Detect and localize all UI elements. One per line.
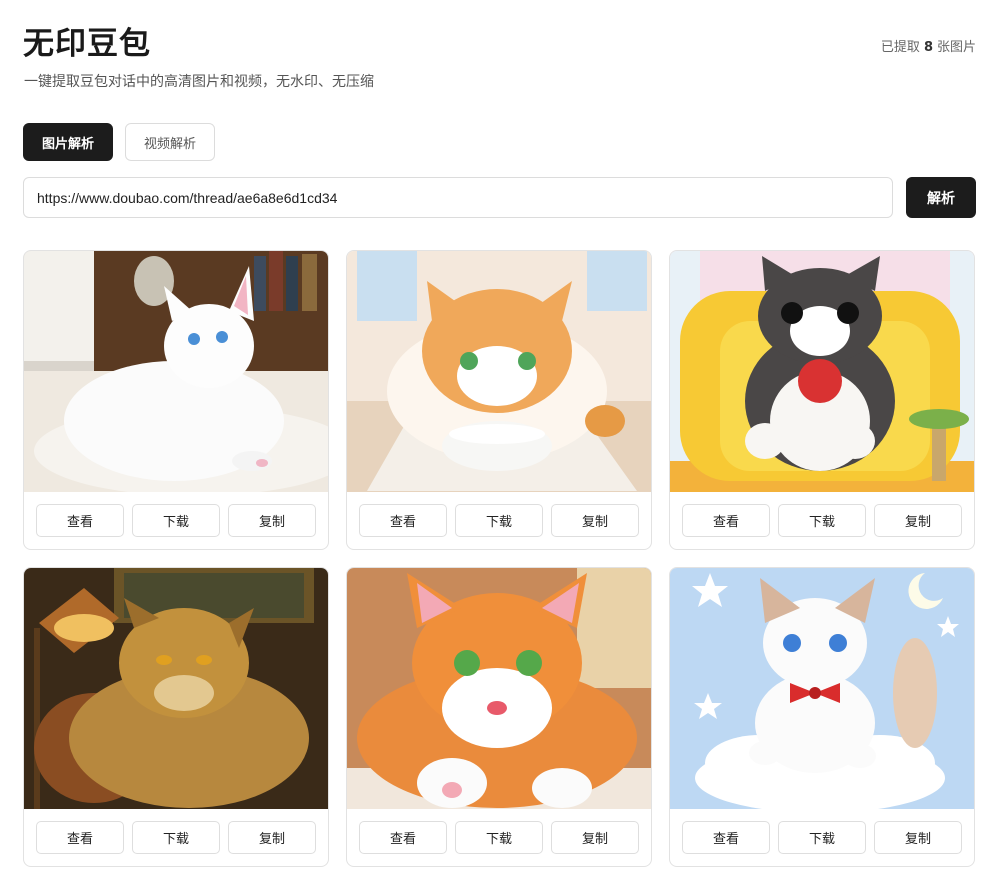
count-value: 8 <box>923 40 933 55</box>
download-button[interactable]: 下载 <box>455 821 543 854</box>
cat-image[interactable] <box>24 568 328 809</box>
copy-button[interactable]: 复制 <box>551 504 639 537</box>
download-button[interactable]: 下载 <box>778 504 866 537</box>
card-actions: 查看 下载 复制 <box>670 809 974 866</box>
copy-button[interactable]: 复制 <box>551 821 639 854</box>
download-button[interactable]: 下载 <box>132 504 220 537</box>
card-actions: 查看 下载 复制 <box>24 492 328 549</box>
copy-button[interactable]: 复制 <box>874 504 962 537</box>
card-actions: 查看 下载 复制 <box>347 492 651 549</box>
mode-tabs: 图片解析 视频解析 <box>23 123 215 161</box>
extracted-count: 已提取 8 张图片 <box>881 36 976 55</box>
copy-button[interactable]: 复制 <box>228 821 316 854</box>
view-button[interactable]: 查看 <box>36 504 124 537</box>
cat-image[interactable] <box>347 251 651 492</box>
view-button[interactable]: 查看 <box>359 504 447 537</box>
count-prefix: 已提取 <box>880 40 920 55</box>
url-search-bar: 解析 <box>23 177 976 218</box>
count-suffix: 张图片 <box>936 40 976 55</box>
view-button[interactable]: 查看 <box>682 821 770 854</box>
cat-image[interactable] <box>670 251 974 492</box>
image-card: 查看 下载 复制 <box>346 250 652 550</box>
view-button[interactable]: 查看 <box>36 821 124 854</box>
parse-button[interactable]: 解析 <box>906 177 976 218</box>
tab-video-parse[interactable]: 视频解析 <box>125 123 215 161</box>
card-actions: 查看 下载 复制 <box>670 492 974 549</box>
download-button[interactable]: 下载 <box>455 504 543 537</box>
image-card: 查看 下载 复制 <box>346 567 652 867</box>
view-button[interactable]: 查看 <box>682 504 770 537</box>
cat-image[interactable] <box>347 568 651 809</box>
tab-image-parse[interactable]: 图片解析 <box>23 123 113 161</box>
image-card: 查看 下载 复制 <box>23 567 329 867</box>
image-card: 查看 下载 复制 <box>669 250 975 550</box>
page-title: 无印豆包 <box>23 26 151 62</box>
url-input[interactable] <box>23 177 893 218</box>
copy-button[interactable]: 复制 <box>874 821 962 854</box>
cat-image[interactable] <box>670 568 974 809</box>
image-card: 查看 下载 复制 <box>669 567 975 867</box>
page-subtitle: 一键提取豆包对话中的高清图片和视频，无水印、无压缩 <box>24 74 374 90</box>
page-header: 无印豆包 一键提取豆包对话中的高清图片和视频，无水印、无压缩 已提取 8 张图片 <box>23 18 976 90</box>
download-button[interactable]: 下载 <box>778 821 866 854</box>
download-button[interactable]: 下载 <box>132 821 220 854</box>
cat-image[interactable] <box>24 251 328 492</box>
image-card: 查看 下载 复制 <box>23 250 329 550</box>
view-button[interactable]: 查看 <box>359 821 447 854</box>
image-grid: 查看 下载 复制 查看 下载 复制 查看 下载 复制 查看 下载 复制 查看 下… <box>23 250 976 867</box>
card-actions: 查看 下载 复制 <box>347 809 651 866</box>
copy-button[interactable]: 复制 <box>228 504 316 537</box>
card-actions: 查看 下载 复制 <box>24 809 328 866</box>
